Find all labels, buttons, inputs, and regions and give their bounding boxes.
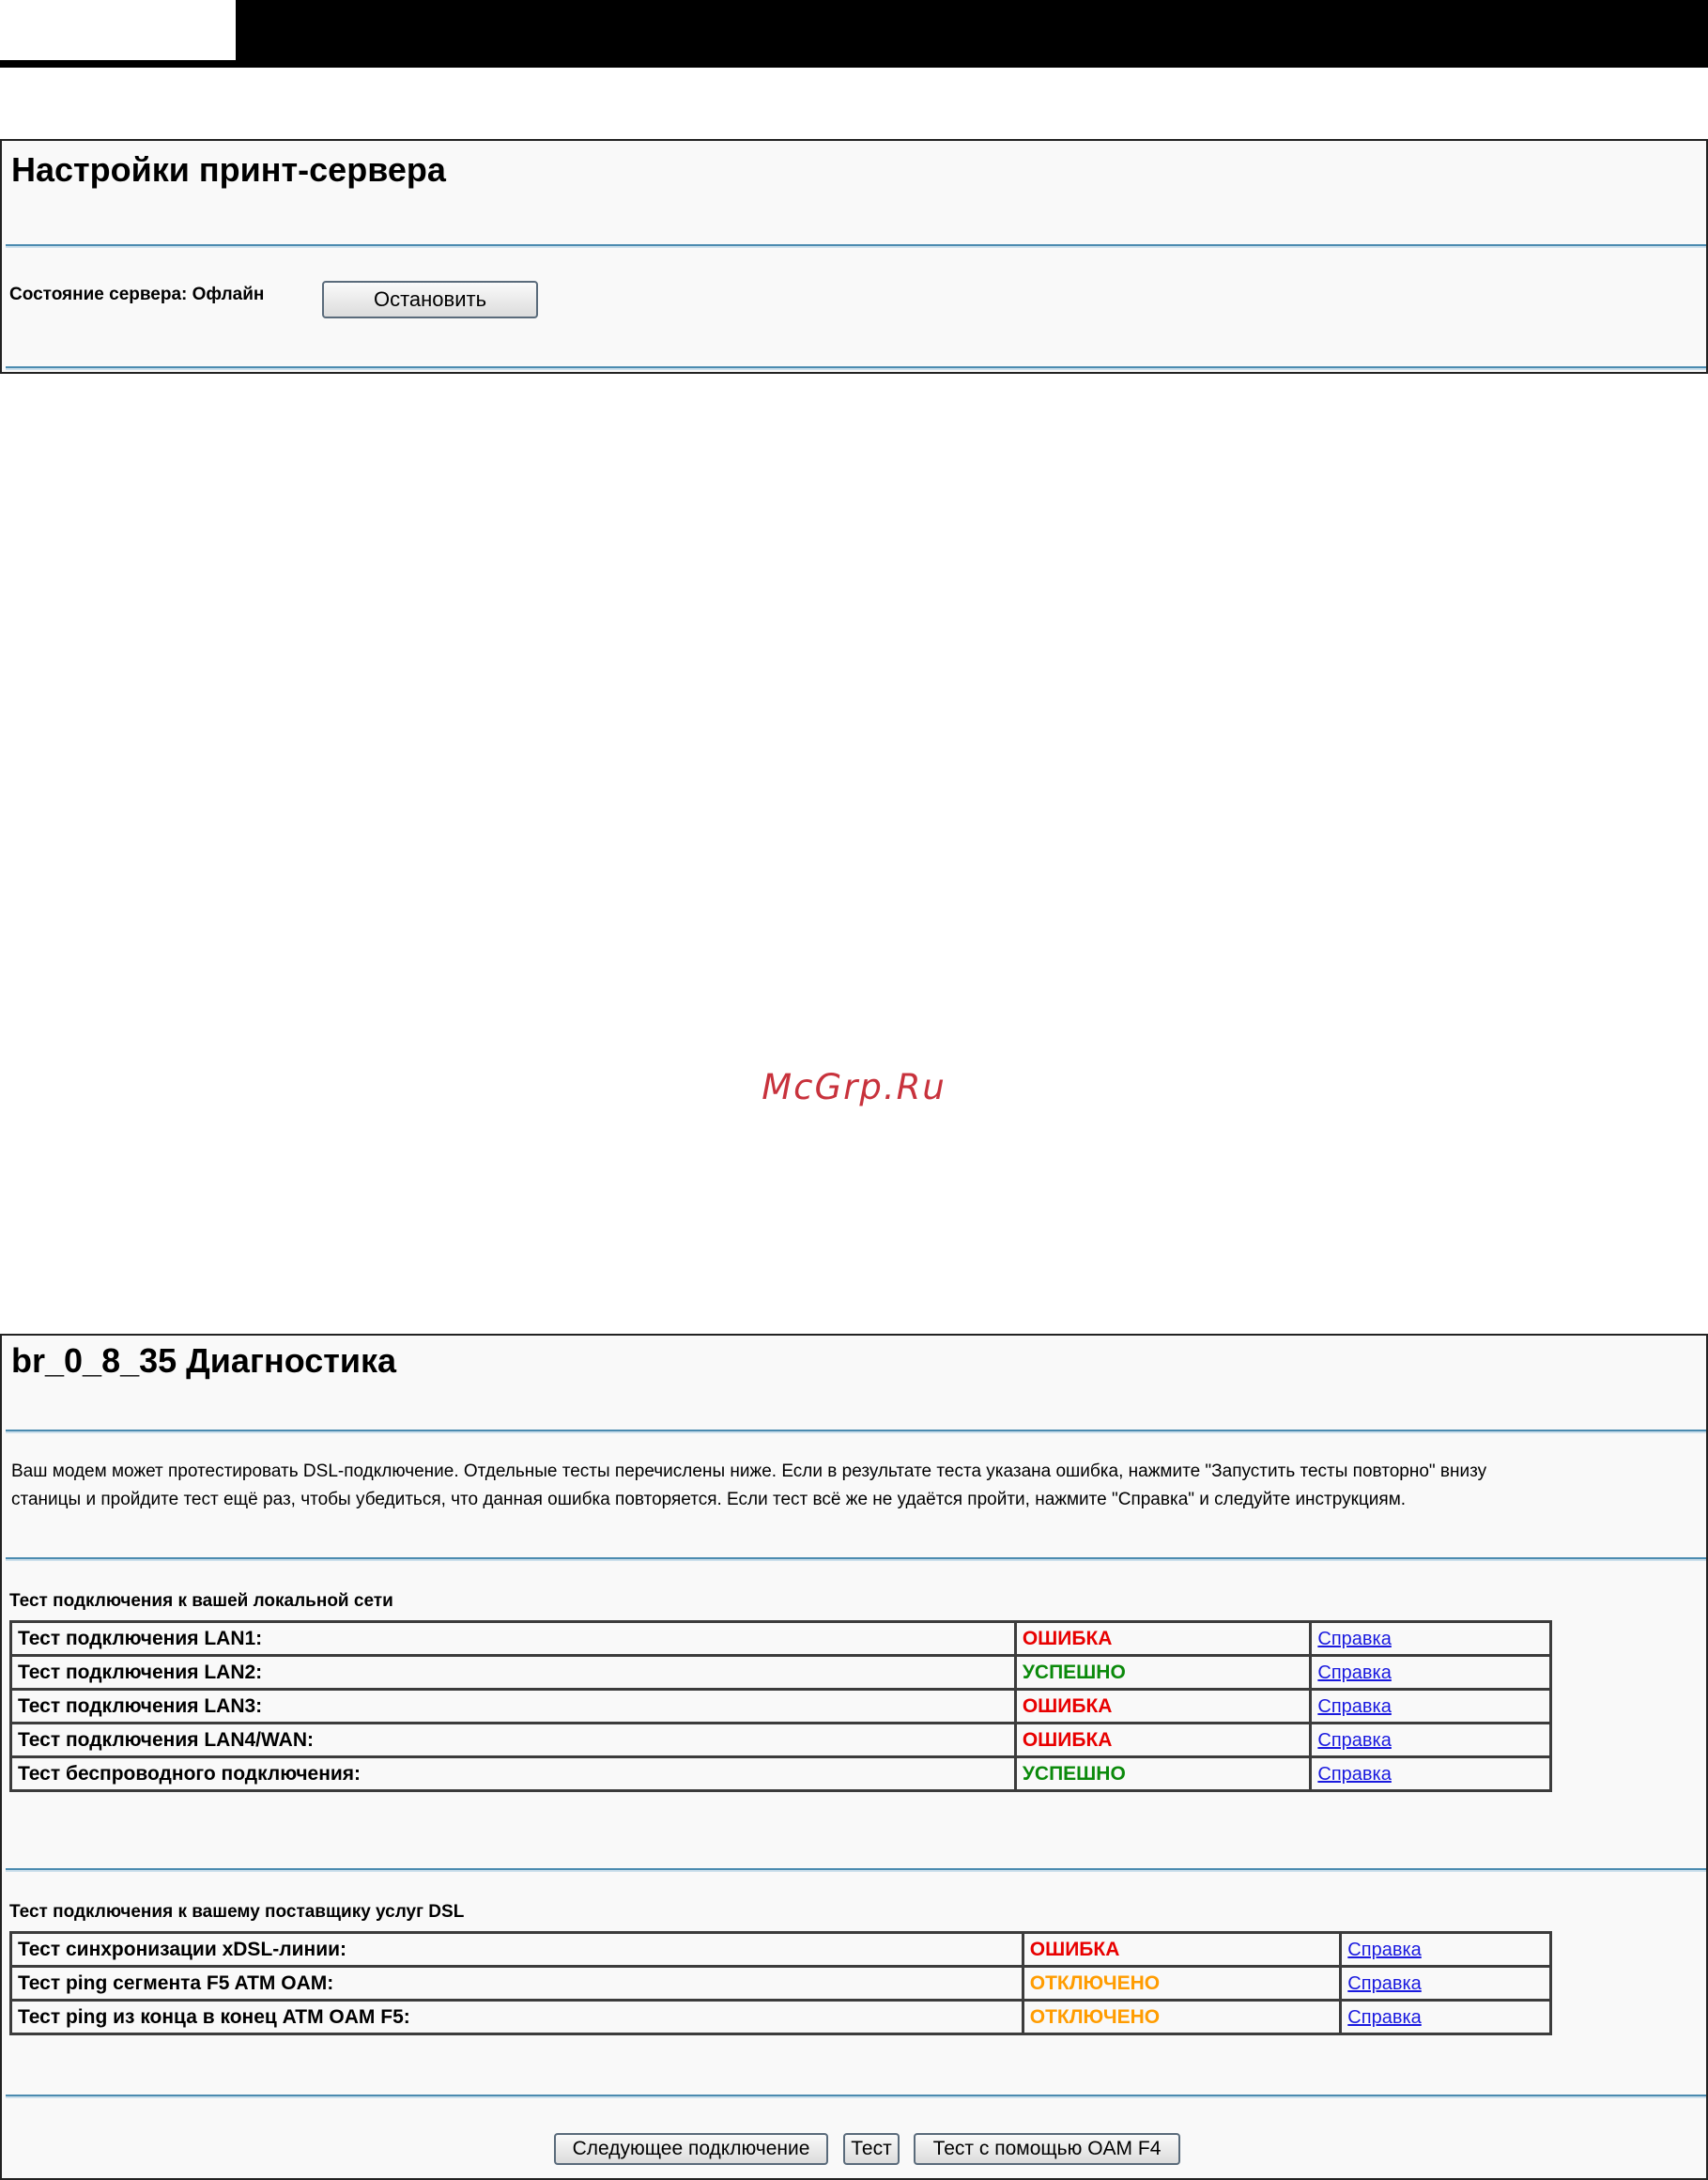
test-name: Тест беспроводного подключения: [9,1755,1017,1792]
test-row: Тест подключения LAN1: ОШИБКА Справка [9,1620,1552,1657]
test-name: Тест синхронизации xDSL-линии: [9,1931,1024,1968]
help-link[interactable]: Справка [1317,1629,1391,1649]
help-cell: Справка [1309,1688,1552,1724]
help-cell: Справка [1309,1722,1552,1758]
intro-line-2: станицы и пройдите тест ещё раз, чтобы у… [11,1490,1407,1509]
divider [6,2095,1706,2096]
help-link[interactable]: Справка [1347,1973,1421,1994]
dsl-tests-table: Тест синхронизации xDSL-линии: ОШИБКА Спра… [9,1931,1552,2035]
dsl-section-title: Тест подключения к вашему поставщику усл… [9,1902,465,1922]
print-server-panel: Настройки принт-сервера Состояние сервер… [0,139,1708,374]
divider [6,244,1706,246]
help-link[interactable]: Справка [1317,1662,1391,1683]
next-connection-button[interactable]: Следующее подключение [554,2133,828,2165]
test-status: ОТКЛЮЧЕНО [1021,1965,1343,2002]
server-status-label: Состояние сервера: Офлайн [9,285,265,304]
help-cell: Справка [1309,1620,1552,1657]
test-status: УСПЕШНО [1013,1654,1313,1691]
test-row: Тест подключения LAN4/WAN: ОШИБКА Справка [9,1722,1552,1758]
help-cell: Справка [1309,1654,1552,1691]
help-cell: Справка [1339,1931,1552,1968]
help-cell: Справка [1309,1755,1552,1792]
test-row: Тест ping из конца в конец ATM OAM F5: ОТ… [9,1999,1552,2035]
test-row: Тест подключения LAN3: ОШИБКА Справка [9,1688,1552,1724]
help-link[interactable]: Справка [1317,1696,1391,1717]
banner-white-tab [0,0,236,60]
print-server-title: Настройки принт-сервера [11,150,446,189]
divider [6,1430,1706,1431]
top-banner [0,0,1708,68]
help-cell: Справка [1339,1999,1552,2035]
test-status: ОШИБКА [1013,1722,1313,1758]
test-name: Тест подключения LAN3: [9,1688,1017,1724]
test-name: Тест подключения LAN4/WAN: [9,1722,1017,1758]
help-link[interactable]: Справка [1347,2007,1421,2028]
test-row: Тест подключения LAN2: УСПЕШНО Справка [9,1654,1552,1691]
lan-tests-table: Тест подключения LAN1: ОШИБКА Справка Тест … [9,1620,1552,1792]
test-oam-f4-button[interactable]: Тест с помощью OAM F4 [914,2133,1180,2165]
divider [6,366,1706,368]
intro-line-1: Ваш модем может протестировать DSL-подкл… [11,1461,1487,1481]
help-cell: Справка [1339,1965,1552,2002]
test-name: Тест подключения LAN1: [9,1620,1017,1657]
divider [6,1868,1706,1870]
test-row: Тест ping сегмента F5 ATM OAM: ОТКЛЮЧЕНО С… [9,1965,1552,2002]
test-row: Тест синхронизации xDSL-линии: ОШИБКА Спра… [9,1931,1552,1968]
help-link[interactable]: Справка [1317,1764,1391,1785]
test-name: Тест ping из конца в конец ATM OAM F5: [9,1999,1024,2035]
stop-button[interactable]: Остановить [322,281,538,318]
test-status: ОШИБКА [1021,1931,1343,1968]
test-status: УСПЕШНО [1013,1755,1313,1792]
test-row: Тест беспроводного подключения: УСПЕШНО Сп… [9,1755,1552,1792]
watermark-text: McGrp.Ru [762,1067,946,1107]
test-name: Тест ping сегмента F5 ATM OAM: [9,1965,1024,2002]
test-status: ОШИБКА [1013,1688,1313,1724]
help-link[interactable]: Справка [1317,1730,1391,1751]
intro-text: Ваш модем может протестировать DSL-подкл… [11,1458,1692,1514]
test-name: Тест подключения LAN2: [9,1654,1017,1691]
diagnostics-panel: br_0_8_35 Диагностика Ваш модем может пр… [0,1334,1708,2180]
lan-section-title: Тест подключения к вашей локальной сети [9,1591,393,1611]
test-status: ОШИБКА [1013,1620,1313,1657]
test-button[interactable]: Тест [843,2133,900,2165]
diagnostics-title: br_0_8_35 Диагностика [11,1341,397,1380]
divider [6,1557,1706,1559]
test-status: ОТКЛЮЧЕНО [1021,1999,1343,2035]
help-link[interactable]: Справка [1347,1940,1421,1960]
